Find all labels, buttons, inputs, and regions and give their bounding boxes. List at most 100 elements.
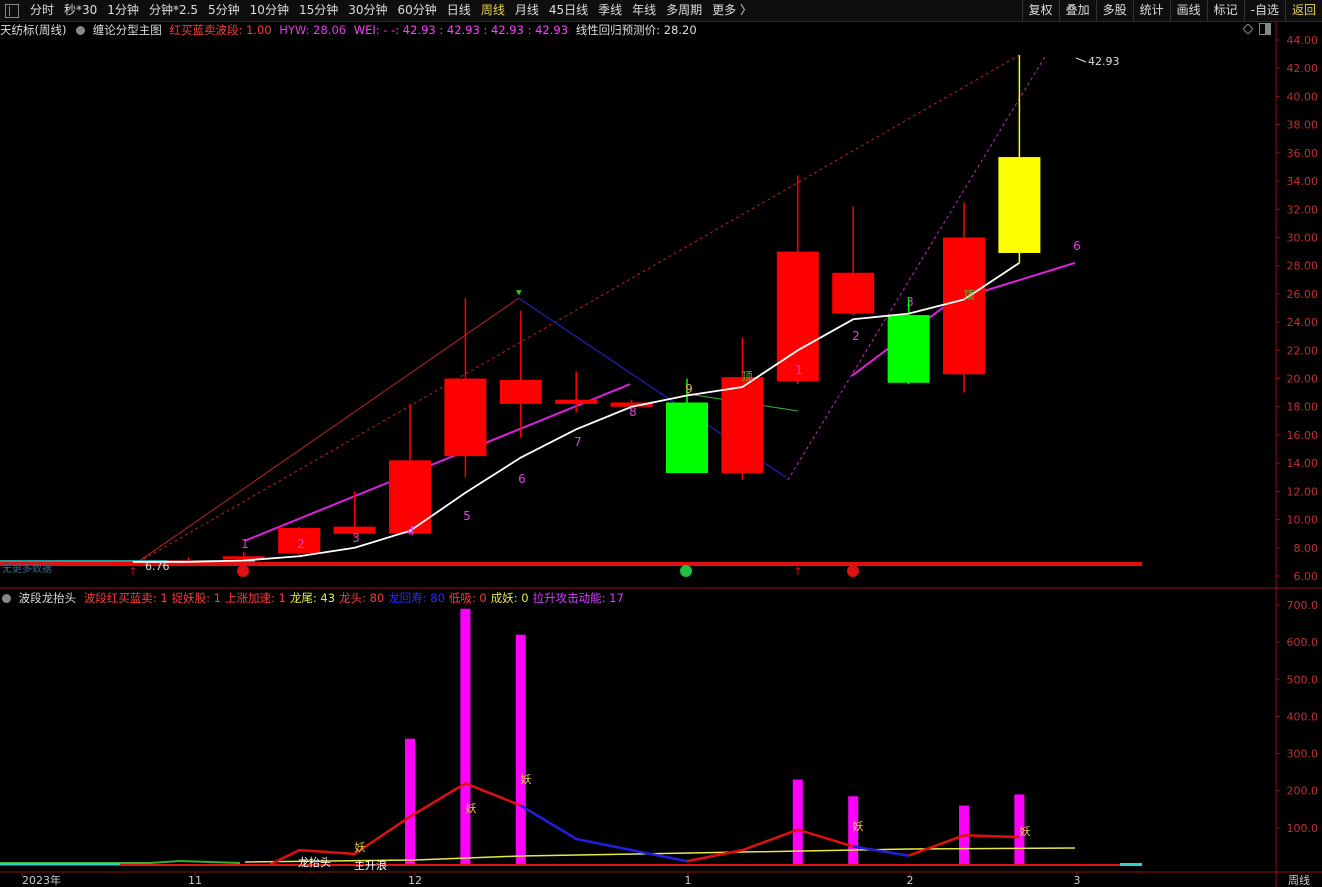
volume-bar <box>848 796 859 865</box>
period-tab-4[interactable]: 5分钟 <box>203 0 245 21</box>
indicator-name[interactable]: 缠论分型主图 <box>93 23 162 37</box>
price-tick-label: 30.00 <box>1287 231 1319 244</box>
wave-number-label: 4 <box>407 524 415 538</box>
price-tick-label: 18.00 <box>1287 401 1319 414</box>
price-tick-label: 26.00 <box>1287 288 1319 301</box>
sub-indicator-settings-icon[interactable] <box>2 594 11 603</box>
red-buy-value: 红买蓝卖波段: 1.00 <box>169 23 272 37</box>
candle-body <box>776 251 819 382</box>
period-tabs: 分时 秒*30 1分钟 分钟*2.5 5分钟 10分钟 15分钟 30分钟 60分钟 日线 周线 月线… <box>0 0 757 21</box>
wave-number-label: 5 <box>463 509 471 523</box>
period-tab-0[interactable]: 分时 <box>25 0 59 21</box>
candle <box>112 561 154 566</box>
toolbar-action-3[interactable]: 统计 <box>1132 0 1170 21</box>
period-tab-6[interactable]: 15分钟 <box>294 0 343 21</box>
sub-tick-label: 100.0 <box>1287 822 1319 835</box>
candle-body <box>389 460 431 534</box>
sub-chart-title: 波段龙抬头 波段红买蓝卖: 1 捉妖股: 1 上涨加速: 1 龙尾: 43 龙头: 80… <box>0 590 632 606</box>
yao-label: 妖 <box>355 840 366 854</box>
candle-body <box>555 399 598 404</box>
wave-number-label: 2 <box>297 537 305 551</box>
toolbar-action-4[interactable]: 画线 <box>1169 0 1207 21</box>
candle <box>776 175 819 385</box>
cyan-end-mark <box>1120 863 1142 866</box>
candle <box>499 310 542 438</box>
trend-line-1 <box>132 297 520 566</box>
sub-value-8: 拉升攻击动能: 17 <box>532 591 624 605</box>
period-tab-14[interactable]: 年线 <box>627 0 661 21</box>
period-tab-12[interactable]: 45日线 <box>544 0 593 21</box>
price-tick-label: 36.00 <box>1287 147 1319 160</box>
toolbar-action-2[interactable]: 多股 <box>1095 0 1133 21</box>
candle-body <box>222 556 265 560</box>
candle <box>943 202 985 393</box>
candle <box>555 371 598 413</box>
candle <box>222 552 265 562</box>
down-trend-line <box>518 297 787 478</box>
toolbar-action-7[interactable]: 返回 <box>1284 0 1322 21</box>
period-tab-9[interactable]: 日线 <box>442 0 476 21</box>
maximize-icon[interactable] <box>1259 23 1271 35</box>
peak-arrow-icon <box>515 290 522 296</box>
candle <box>998 55 1041 263</box>
sub-value-6: 低吸: 0 <box>448 591 487 605</box>
toolbar-action-0[interactable]: 复权 <box>1021 0 1059 21</box>
signal-badge-icon <box>680 565 692 577</box>
period-tab-16[interactable]: 更多 〉 <box>707 0 757 21</box>
period-tab-7[interactable]: 30分钟 <box>343 0 392 21</box>
candle-body <box>666 402 708 474</box>
magenta-trend-line <box>244 383 631 542</box>
yao-label: 妖 <box>1020 824 1031 838</box>
red-sub-line <box>268 781 522 867</box>
sub-tick-label: 300.0 <box>1287 748 1319 761</box>
period-toolbar: 分时 秒*30 1分钟 分钟*2.5 5分钟 10分钟 15分钟 30分钟 60分钟 日线 周线 月线… <box>0 0 1322 22</box>
yellow-sub-line <box>244 847 1076 863</box>
period-tab-10[interactable]: 周线 <box>476 0 510 21</box>
period-tab-13[interactable]: 季线 <box>593 0 627 21</box>
hyw-value: HYW: 28.06 <box>279 23 347 37</box>
wave-number-label: 3 <box>906 295 914 309</box>
panel-toggle-icon[interactable] <box>5 3 19 18</box>
main-chart-title: 天纺标(周线) 缠论分型主图 红买蓝卖波段: 1.00 HYW: 28.06 W… <box>0 22 1275 39</box>
price-tick-label: 32.00 <box>1287 203 1319 216</box>
x-axis-label: 2 <box>907 874 914 887</box>
volume-bar <box>959 805 969 865</box>
sub-indicator-values: 波段红买蓝卖: 1 捉妖股: 1 上涨加速: 1 龙尾: 43 龙头: 80 龙回寿: 8… <box>84 591 628 605</box>
red-sub-line <box>908 834 1020 857</box>
sub-indicator-name[interactable]: 波段龙抬头 <box>19 591 77 605</box>
top-fractal-label: 顶 <box>964 289 975 302</box>
price-tick-label: 34.00 <box>1287 175 1319 188</box>
low-price-label: 6.76 <box>145 560 170 573</box>
period-tab-8[interactable]: 60分钟 <box>393 0 442 21</box>
price-tick-label: 14.00 <box>1287 457 1319 470</box>
period-tab-15[interactable]: 多周期 <box>661 0 707 21</box>
price-tick-label: 40.00 <box>1287 90 1319 103</box>
wave-number-label: 3 <box>352 531 360 545</box>
trend-dotted-line <box>132 54 1020 566</box>
sub-tick-label: 700.0 <box>1287 599 1319 612</box>
indicator-settings-icon[interactable] <box>76 26 86 35</box>
candle <box>444 298 487 478</box>
yao-label: 妖 <box>853 819 864 833</box>
period-tab-2[interactable]: 1分钟 <box>102 0 144 21</box>
yao-label: 妖 <box>521 772 532 786</box>
regression-value: 线性回归预测价: 28.20 <box>575 23 697 37</box>
price-tick-label: 28.00 <box>1287 260 1319 273</box>
top-fractal-label: 顶 <box>742 370 753 383</box>
candle <box>832 206 875 316</box>
toolbar-action-1[interactable]: 叠加 <box>1058 0 1096 21</box>
candle-body <box>887 315 930 383</box>
period-tab-5[interactable]: 10分钟 <box>245 0 294 21</box>
candle-body <box>333 526 376 534</box>
candle-body <box>610 402 653 407</box>
period-tab-3[interactable]: 分钟*2.5 <box>144 0 203 21</box>
toolbar-action-6[interactable]: -自选 <box>1243 0 1285 21</box>
stock-name: 天纺标(周线) <box>0 23 67 37</box>
candle-body <box>112 562 154 566</box>
period-tab-1[interactable]: 秒*30 <box>59 0 102 21</box>
high-price-pointer <box>1075 57 1087 63</box>
bottom-red-band <box>0 562 1142 566</box>
toolbar-action-5[interactable]: 标记 <box>1206 0 1244 21</box>
diamond-icon[interactable] <box>1243 24 1253 34</box>
period-tab-11[interactable]: 月线 <box>510 0 544 21</box>
